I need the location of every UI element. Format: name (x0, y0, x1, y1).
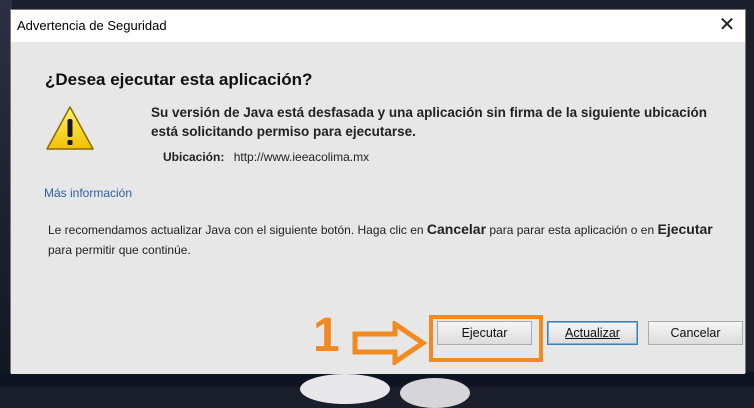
background-bottom-strip (0, 372, 754, 408)
annotation-step-number: 1 (313, 309, 340, 362)
dialog-heading: ¿Desea ejecutar esta aplicación? (45, 70, 313, 89)
annotation-highlight-box (429, 315, 543, 362)
close-button[interactable]: ✕ (715, 12, 739, 38)
cancel-button[interactable]: Cancelar (648, 321, 743, 345)
location-label: Ubicación: (163, 150, 225, 164)
close-icon: ✕ (718, 14, 736, 36)
location-row: Ubicación: http://www.ieeacolima.mx (163, 150, 369, 164)
recommend-run-bold: Ejecutar (657, 221, 713, 237)
arrow-right-icon (352, 321, 427, 365)
recommend-text-2: para parar esta aplicación o en (486, 223, 658, 237)
security-warning-dialog: Advertencia de Seguridad ✕ ¿Desea ejecut… (10, 9, 746, 374)
recommendation-text: Le recomendamos actualizar Java con el s… (48, 219, 738, 260)
recommend-cancel-bold: Cancelar (426, 221, 487, 237)
warning-message: Su versión de Java está desfasada y una … (151, 105, 707, 139)
update-button-label: Actualizar (565, 326, 620, 340)
recommend-text-1: Le recomendamos actualizar Java con el s… (48, 223, 427, 237)
recommend-text-3: para permitir que continúe. (48, 243, 191, 257)
update-button[interactable]: Actualizar (547, 321, 638, 345)
background-shape (400, 378, 470, 408)
more-info-link[interactable]: Más información (44, 186, 132, 200)
warning-triangle-icon (46, 106, 94, 150)
window-title: Advertencia de Seguridad (17, 18, 167, 33)
title-bar: Advertencia de Seguridad ✕ (11, 10, 745, 42)
location-value: http://www.ieeacolima.mx (233, 150, 370, 164)
background-shape (300, 374, 390, 404)
